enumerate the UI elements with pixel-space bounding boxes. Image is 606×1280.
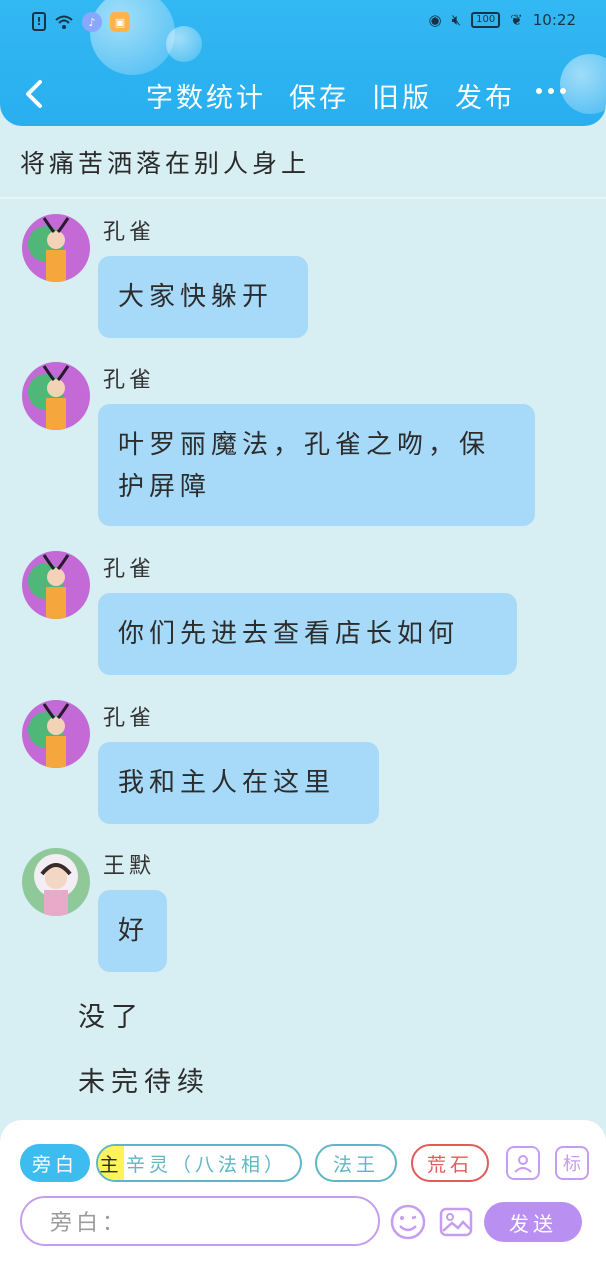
story-title[interactable]: 将痛苦洒落在别人身上 bbox=[20, 144, 310, 180]
peacock-avatar[interactable] bbox=[22, 214, 90, 282]
music-app-icon: ♪ bbox=[82, 12, 102, 32]
main-role-tag: 主 bbox=[98, 1146, 124, 1180]
speaker-name: 孔雀 bbox=[103, 557, 156, 582]
save-button[interactable]: 保存 bbox=[289, 76, 349, 115]
speaker-name: 孔雀 bbox=[103, 706, 156, 731]
peacock-avatar[interactable] bbox=[22, 551, 90, 619]
speaker-name: 孔雀 bbox=[103, 368, 156, 393]
narration-text[interactable]: 未完待续 bbox=[78, 1060, 210, 1099]
message-bubble[interactable]: 叶罗丽魔法，孔雀之吻，保护屏障 bbox=[98, 404, 535, 526]
role-narration-chip[interactable]: 旁白 bbox=[20, 1144, 90, 1182]
message-bubble[interactable]: 我和主人在这里 bbox=[98, 742, 379, 824]
send-button[interactable]: 发送 bbox=[484, 1202, 582, 1242]
old-version-button[interactable]: 旧版 bbox=[372, 76, 432, 115]
toolbar: 字数统计 保存 旧版 发布 bbox=[0, 68, 606, 120]
message-bubble[interactable]: 大家快躲开 bbox=[98, 256, 308, 338]
person-icon[interactable] bbox=[506, 1146, 540, 1180]
divider bbox=[0, 197, 606, 199]
more-dots-icon[interactable] bbox=[536, 88, 566, 94]
wifi-icon bbox=[54, 12, 74, 32]
word-count-button[interactable]: 字数统计 bbox=[146, 76, 266, 115]
eye-icon: ◉ bbox=[428, 11, 442, 29]
emoji-icon[interactable] bbox=[390, 1204, 426, 1240]
app-notification-icon: ▣ bbox=[110, 12, 130, 32]
back-arrow-icon[interactable] bbox=[20, 76, 50, 112]
publish-button[interactable]: 发布 bbox=[455, 76, 515, 115]
composer-panel: 旁白 主 辛灵（八法相） 法王 荒石 标 旁白： 发送 bbox=[0, 1120, 606, 1280]
message-input[interactable]: 旁白： bbox=[20, 1196, 380, 1246]
role-selector: 旁白 主 辛灵（八法相） 法王 荒石 标 bbox=[20, 1144, 590, 1184]
speaker-name: 孔雀 bbox=[103, 220, 156, 245]
role-huangshi-chip[interactable]: 荒石 bbox=[411, 1144, 489, 1182]
tag-button[interactable]: 标 bbox=[555, 1146, 589, 1180]
image-icon[interactable] bbox=[438, 1204, 474, 1240]
battery-indicator: 100 bbox=[471, 12, 501, 28]
role-xinling-chip[interactable]: 主 辛灵（八法相） bbox=[96, 1144, 302, 1182]
narration-text[interactable]: 没了 bbox=[78, 995, 144, 1034]
clock: 10:22 bbox=[532, 11, 576, 29]
sim-alert-icon: ! bbox=[32, 12, 46, 31]
wangmo-avatar[interactable] bbox=[22, 848, 90, 916]
speaker-name: 王默 bbox=[103, 854, 156, 879]
peacock-avatar[interactable] bbox=[22, 362, 90, 430]
app-header: ! ♪ ▣ ◉ 🔇︎ 100 ❦ 10:22 字数统计 保存 旧版 发布 bbox=[0, 0, 606, 126]
message-bubble[interactable]: 你们先进去查看店长如何 bbox=[98, 593, 517, 675]
message-bubble[interactable]: 好 bbox=[98, 890, 167, 972]
role-fawang-chip[interactable]: 法王 bbox=[315, 1144, 397, 1182]
peacock-avatar[interactable] bbox=[22, 700, 90, 768]
mute-icon: 🔇︎ bbox=[451, 11, 462, 29]
role-xinling-label: 辛灵（八法相） bbox=[126, 1153, 288, 1176]
status-bar: ! ♪ ▣ ◉ 🔇︎ 100 ❦ 10:22 bbox=[0, 0, 606, 46]
leaf-icon: ❦ bbox=[510, 11, 523, 29]
